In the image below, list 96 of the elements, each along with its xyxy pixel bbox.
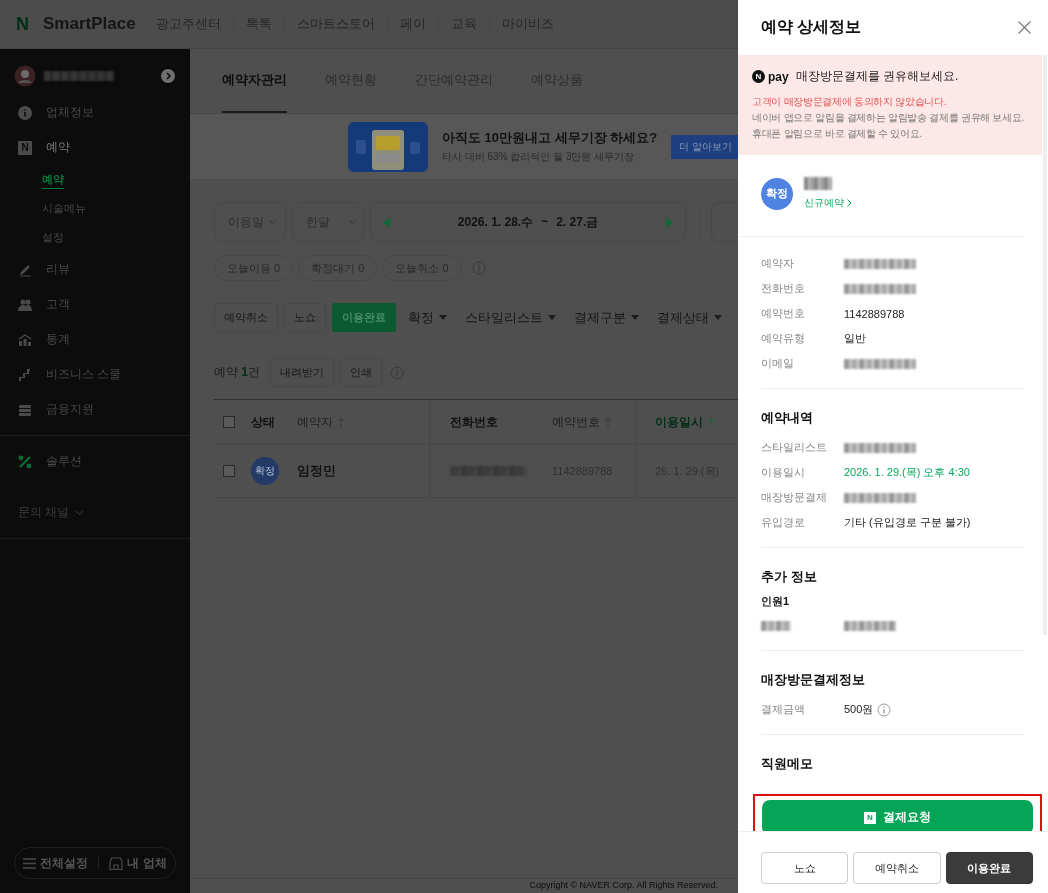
field-label: 결제금액 [761, 702, 806, 717]
redacted-text [761, 620, 791, 631]
date-text: 2026. 1. 28.수 [457, 213, 534, 231]
warning-text: 고객이 매장방문결제에 동의하지 않았습니다. [752, 95, 948, 109]
pill-button[interactable]: 전체설정 [23, 854, 89, 872]
field-value: 일반 [844, 331, 866, 346]
complete-button[interactable]: 이용완료 [332, 303, 396, 332]
redacted-text [844, 620, 896, 631]
sidebar-item[interactable]: N 예약 [0, 130, 190, 165]
field-label: 이용일시 [761, 465, 806, 480]
pill-button[interactable]: 내 업체 [109, 854, 167, 872]
sidebar-item[interactable]: 금융지원 [0, 392, 190, 427]
column-header: 전화번호 [429, 400, 534, 444]
date-text: 2. 27.금 [556, 213, 599, 231]
close-icon [1018, 21, 1031, 34]
panel-title: 예약 상세정보 [761, 17, 862, 37]
filter-dropdown[interactable]: 확정 [402, 308, 453, 327]
people-icon [18, 297, 32, 312]
action-button[interactable]: 노쇼 [761, 852, 849, 884]
field-label: 스타일리스트 [761, 440, 828, 455]
close-button[interactable] [1018, 21, 1031, 34]
info-icon [18, 105, 32, 120]
avatar-icon [14, 65, 36, 87]
complete-button[interactable]: 이용완료 [945, 852, 1033, 884]
sidebar-subitem[interactable]: 예약 [0, 165, 190, 194]
section-subtitle: 인원1 [761, 594, 791, 609]
next-icon [666, 217, 673, 227]
sidebar-subitem[interactable]: 시술메뉴 [0, 194, 190, 223]
date-separator: ~ [541, 215, 549, 229]
chevron-down-icon [75, 509, 85, 516]
new-reservation-link[interactable]: 신규예약 [804, 196, 852, 210]
notice-title: 매장방문결제를 권유해보세요. [795, 68, 959, 85]
section-title: 추가 정보 [761, 568, 818, 586]
filter-dropdown[interactable]: 결제상태 [651, 308, 728, 327]
n-icon: N [18, 140, 32, 155]
payment-request-button[interactable]: N 결제요청 [762, 800, 1033, 831]
logo-text[interactable]: SmartPlace [43, 14, 136, 34]
section-title: 예약내역 [761, 409, 814, 427]
caret-icon [439, 315, 447, 320]
field-value: 500원 [844, 702, 874, 717]
field-value: 2026. 1. 29.(목) 오후 4:30 [844, 465, 970, 480]
field-label: 예약자 [761, 256, 795, 271]
redacted-text [844, 283, 916, 294]
store-icon [109, 856, 124, 870]
redacted-text [844, 258, 916, 269]
redacted-text [844, 492, 916, 503]
learn-more-button[interactable]: 더 알아보기 [671, 134, 738, 159]
field-label: 유입경로 [761, 515, 806, 530]
field-label: 예약유형 [761, 331, 806, 346]
banner-title: 아직도 10만원내고 세무기장 하세요? [442, 129, 658, 147]
notice-text: 휴대폰 알림으로 바로 결제할 수 있어요. [752, 127, 924, 141]
action-button[interactable]: 예약취소 [853, 852, 941, 884]
caret-icon [631, 315, 639, 320]
field-label: 예약번호 [761, 306, 806, 321]
date-range-field[interactable]: 2026. 1. 28.수 ~ 2. 27.금 [370, 202, 686, 242]
checkbox[interactable] [223, 416, 235, 428]
menu-icon [23, 857, 37, 869]
field-label: 매장방문결제 [761, 490, 828, 505]
action-button[interactable]: 예약취소 [214, 303, 278, 332]
sidebar-item[interactable]: 리뷰 [0, 252, 190, 287]
stairs-icon [18, 367, 32, 382]
percent-icon [18, 454, 32, 469]
pay-logo: N pay [752, 69, 789, 84]
status-badge: 확정 [761, 177, 793, 210]
redacted-text [44, 71, 114, 81]
checkbox[interactable] [223, 465, 235, 477]
pencil-icon [18, 262, 32, 277]
logo-mark[interactable]: N [16, 13, 29, 35]
field-value: 1142889788 [844, 307, 905, 320]
action-button[interactable]: 노쇼 [284, 303, 326, 332]
redacted-text [844, 358, 916, 369]
sidebar-item[interactable]: 고객 [0, 287, 190, 322]
caret-icon [548, 315, 556, 320]
section-title: 매장방문결제정보 [761, 671, 866, 689]
status-badge: 확정 [251, 457, 279, 485]
previous-icon [383, 217, 390, 227]
column-header: 상태 [251, 413, 276, 431]
stack-icon [18, 402, 32, 417]
info-icon [877, 702, 892, 717]
field-label: 이메일 [761, 356, 795, 371]
chevron-right-icon [161, 69, 175, 83]
field-value: 기타 (유입경로 구분 불가) [844, 515, 971, 530]
sidebar-subitem[interactable]: 설정 [0, 223, 190, 252]
field-label: 전화번호 [761, 281, 806, 296]
bar-chart-icon [18, 332, 32, 347]
caret-icon [714, 315, 722, 320]
sort-arrow-icon [707, 417, 715, 427]
chevron-right-icon [847, 199, 852, 207]
filter-dropdown[interactable]: 결제구분 [568, 308, 645, 327]
redacted-text [804, 177, 832, 190]
sidebar-item[interactable]: 솔루션 [0, 444, 190, 479]
filter-dropdown[interactable]: 스타일리스트 [459, 308, 562, 327]
notice-text: 네이버 앱으로 알림을 결제하는 알림발송 결제를 권유해 보세요. [752, 111, 1026, 125]
section-title: 직원메모 [761, 755, 814, 773]
table-cell-text: 임정민 [297, 462, 337, 480]
redacted-text [844, 442, 916, 453]
